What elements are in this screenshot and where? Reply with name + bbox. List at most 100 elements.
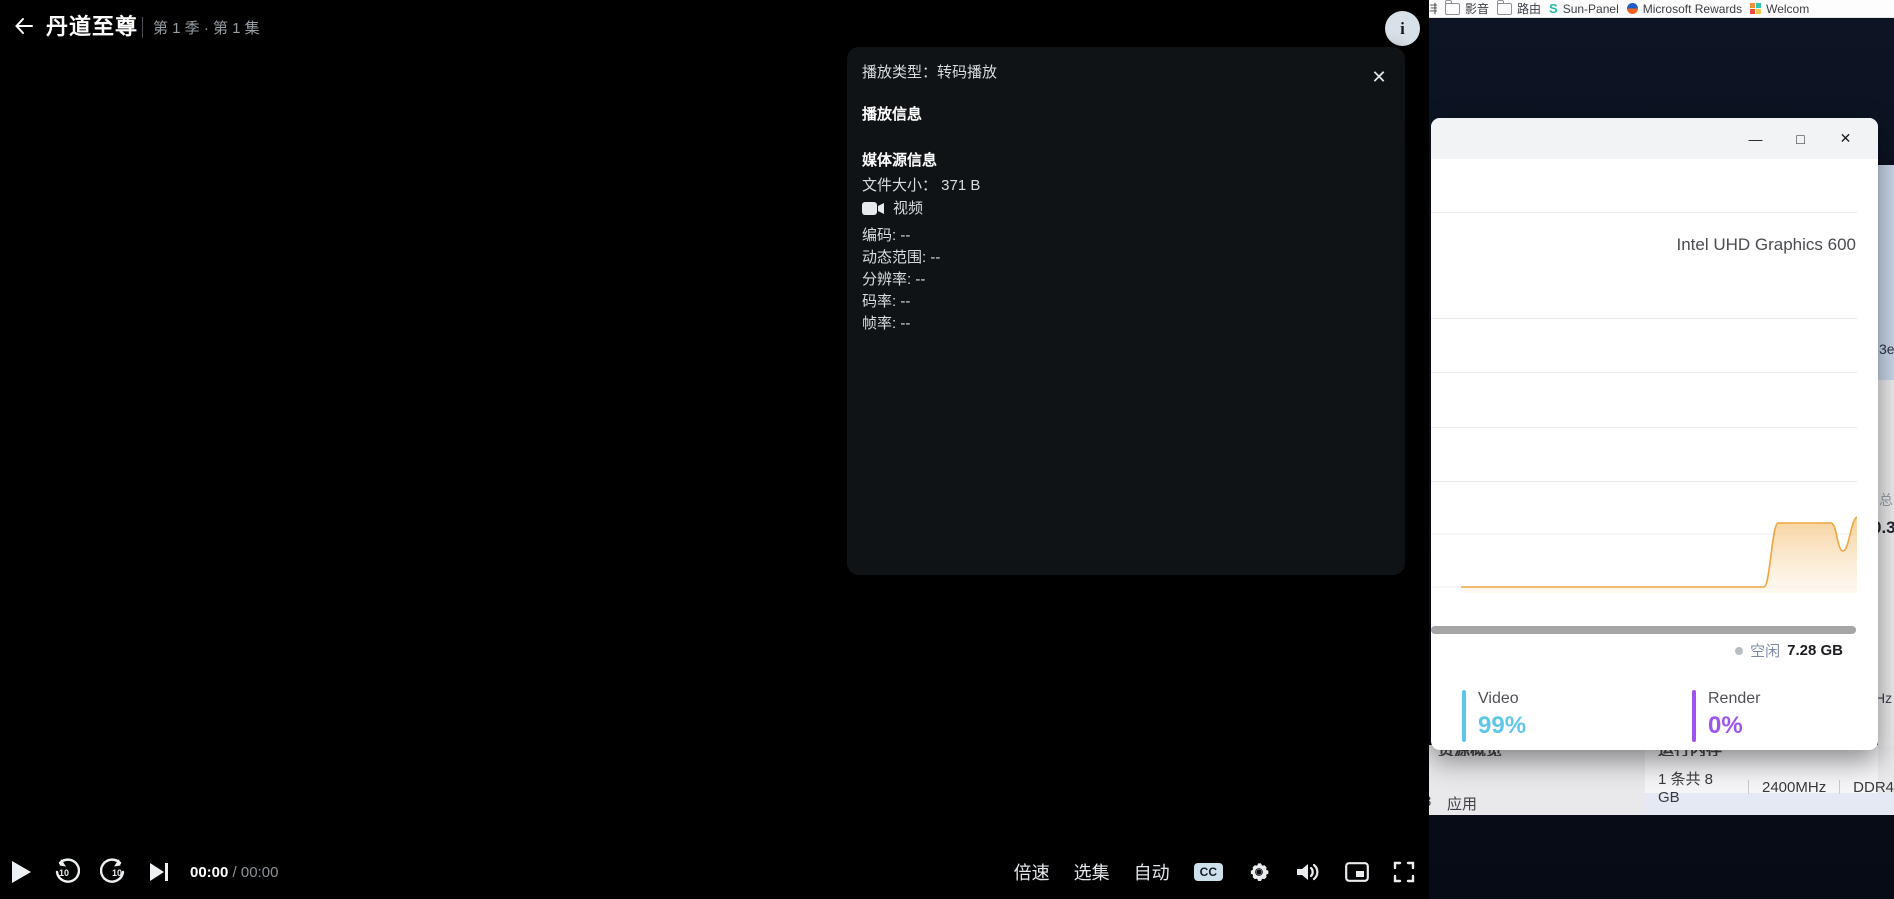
background-window-sliver-gray: 总 0.3 Hz <box>1878 380 1894 750</box>
right-controls: 倍速 选集 自动 CC <box>1014 845 1415 899</box>
gpu-monitor-window[interactable]: — □ ✕ Intel UHD Graphics 600 空闲 7.28 GB … <box>1431 118 1878 750</box>
panel-close-button[interactable]: ✕ <box>1367 65 1391 89</box>
bookmark-yingyin[interactable]: 影音 <box>1445 0 1489 17</box>
row-divider <box>1431 318 1857 319</box>
close-button[interactable]: ✕ <box>1823 118 1868 159</box>
video-player[interactable]: 丹道至尊 第 1 季 · 第 1 集 i ✕ 播放类型：转码播放 播放信息 媒体… <box>0 0 1429 899</box>
skip-forward-button[interactable]: 10 <box>100 858 128 886</box>
skip-back-number: 10 <box>59 868 70 878</box>
memory-sticks: 1 条共 8 GB <box>1658 771 1714 806</box>
bookmark-partial[interactable]: 丰 <box>1429 0 1437 17</box>
playback-info-heading: 播放信息 <box>862 106 923 123</box>
microsoft-rewards-icon <box>1626 3 1638 14</box>
media-source-heading: 媒体源信息 <box>862 152 938 169</box>
volume-button[interactable] <box>1295 861 1321 883</box>
framerate-row: 帧率: -- <box>862 315 911 332</box>
time-display: 00:00 / 00:00 <box>190 864 278 881</box>
idle-memory-row: 空闲 7.28 GB <box>1735 640 1843 661</box>
time-current: 00:00 <box>190 863 229 881</box>
render-stat: Render 0% <box>1692 690 1760 742</box>
memory-info-row: 1 条共 8 GB 2400MHz DDR4 <box>1658 768 1894 806</box>
render-stat-label: Render <box>1708 690 1761 707</box>
render-stat-bar <box>1692 690 1696 742</box>
playback-info-panel: ✕ 播放类型：转码播放 播放信息 媒体源信息 文件大小： 371 B 视频 编码… <box>847 47 1405 575</box>
welcome-icon <box>1750 3 1762 14</box>
browser-bookmarks-bar: 丰 影音 路由 S Sun-Panel Microsoft Rewards <box>1429 0 1894 18</box>
row-divider <box>1431 427 1857 428</box>
sliver-text-03: 0.3 <box>1878 518 1894 537</box>
time-total: / 00:00 <box>228 863 279 881</box>
play-icon <box>12 861 31 883</box>
play-button[interactable] <box>10 860 32 884</box>
render-stat-value: 0% <box>1708 712 1743 739</box>
video-stat-value: 99% <box>1478 712 1527 739</box>
cc-icon: CC <box>1193 863 1223 881</box>
apps-label: 应用 <box>1447 796 1478 813</box>
quality-auto-button[interactable]: 自动 <box>1134 859 1170 885</box>
info-icon: i <box>1400 18 1405 38</box>
minimize-button[interactable]: — <box>1733 118 1778 159</box>
resolution-row: 分辨率: -- <box>862 271 926 288</box>
clipped-apps-prefix: 3 <box>1429 793 1437 810</box>
left-controls: 10 10 00:00 / 00:00 <box>0 858 278 886</box>
fullscreen-button[interactable] <box>1393 861 1415 883</box>
volume-icon <box>1297 863 1319 881</box>
subtitles-button[interactable]: CC <box>1193 863 1223 881</box>
next-episode-icon <box>150 863 168 881</box>
codec-row: 编码: -- <box>862 227 911 244</box>
video-stat-label: Video <box>1478 690 1519 707</box>
memory-type: DDR4 <box>1853 778 1894 796</box>
horizontal-scrollbar[interactable] <box>1431 626 1856 634</box>
back-button[interactable] <box>8 10 40 42</box>
folder-icon <box>1445 0 1460 15</box>
legend-dot-icon <box>1735 646 1744 655</box>
gpu-name: Intel UHD Graphics 600 <box>1676 235 1856 254</box>
idle-label: 空闲 <box>1750 643 1781 660</box>
memory-speed: 2400MHz <box>1762 778 1827 796</box>
chart-area-fill <box>1461 517 1857 593</box>
playback-type: 播放类型：转码播放 <box>862 64 998 81</box>
row-divider <box>1431 372 1857 373</box>
dynamic-range-row: 动态范围: -- <box>862 249 941 266</box>
video-title: 丹道至尊 <box>46 14 139 39</box>
bitrate-row: 码率: -- <box>862 293 911 310</box>
idle-value: 7.28 GB <box>1787 642 1843 659</box>
playback-speed-button[interactable]: 倍速 <box>1014 859 1050 885</box>
background-window-bottom-strip: 资源概览 运行内存 1 条共 8 GB 2400MHz DDR4 3 应用 <box>1429 745 1894 815</box>
close-icon: ✕ <box>1371 66 1387 87</box>
sun-panel-icon: S <box>1549 1 1558 16</box>
video-stream-row: 视频 <box>862 197 923 218</box>
bookmark-welcome[interactable]: Welcom <box>1750 2 1809 16</box>
row-divider <box>1431 481 1857 482</box>
video-stat-bar <box>1462 690 1466 742</box>
next-episode-button[interactable] <box>148 861 170 883</box>
sliver-text-hz: Hz <box>1878 690 1893 706</box>
gear-icon <box>1250 863 1269 881</box>
background-window-sliver-blue: 3e <box>1878 165 1894 380</box>
fullscreen-icon <box>1393 861 1415 883</box>
bookmark-microsoft-rewards[interactable]: Microsoft Rewards <box>1626 2 1742 16</box>
bookmark-luyou[interactable]: 路由 <box>1497 0 1541 17</box>
settings-button[interactable] <box>1247 860 1271 884</box>
row-divider <box>1431 212 1857 213</box>
player-control-bar: 10 10 00:00 / 00:00 倍速 选集 自动 CC <box>0 845 1429 899</box>
video-stream-label: 视频 <box>893 200 924 217</box>
episode-select-button[interactable]: 选集 <box>1074 859 1110 885</box>
screen: 丹道至尊 第 1 季 · 第 1 集 i ✕ 播放类型：转码播放 播放信息 媒体… <box>0 0 1894 899</box>
bookmark-sun-panel[interactable]: S Sun-Panel <box>1549 1 1619 16</box>
info-button[interactable]: i <box>1385 11 1420 46</box>
maximize-button[interactable]: □ <box>1778 118 1823 159</box>
picture-in-picture-button[interactable] <box>1345 862 1369 882</box>
skip-back-button[interactable]: 10 <box>52 858 80 886</box>
desktop-right-region: 丰 影音 路由 S Sun-Panel Microsoft Rewards <box>1429 0 1894 899</box>
file-size: 文件大小： 371 B <box>862 177 981 194</box>
skip-forward-number: 10 <box>112 868 123 878</box>
sliver-text-zong: 总 <box>1879 492 1893 508</box>
picture-in-picture-icon <box>1345 862 1369 882</box>
gpu-memory-chart <box>1431 493 1857 593</box>
window-buttons: — □ ✕ <box>1733 118 1868 159</box>
arrow-left-icon <box>15 18 33 34</box>
folder-icon <box>1497 0 1513 15</box>
sliver-text-3e: 3e <box>1879 341 1894 357</box>
video-subtitle: 第 1 季 · 第 1 集 <box>142 17 260 38</box>
